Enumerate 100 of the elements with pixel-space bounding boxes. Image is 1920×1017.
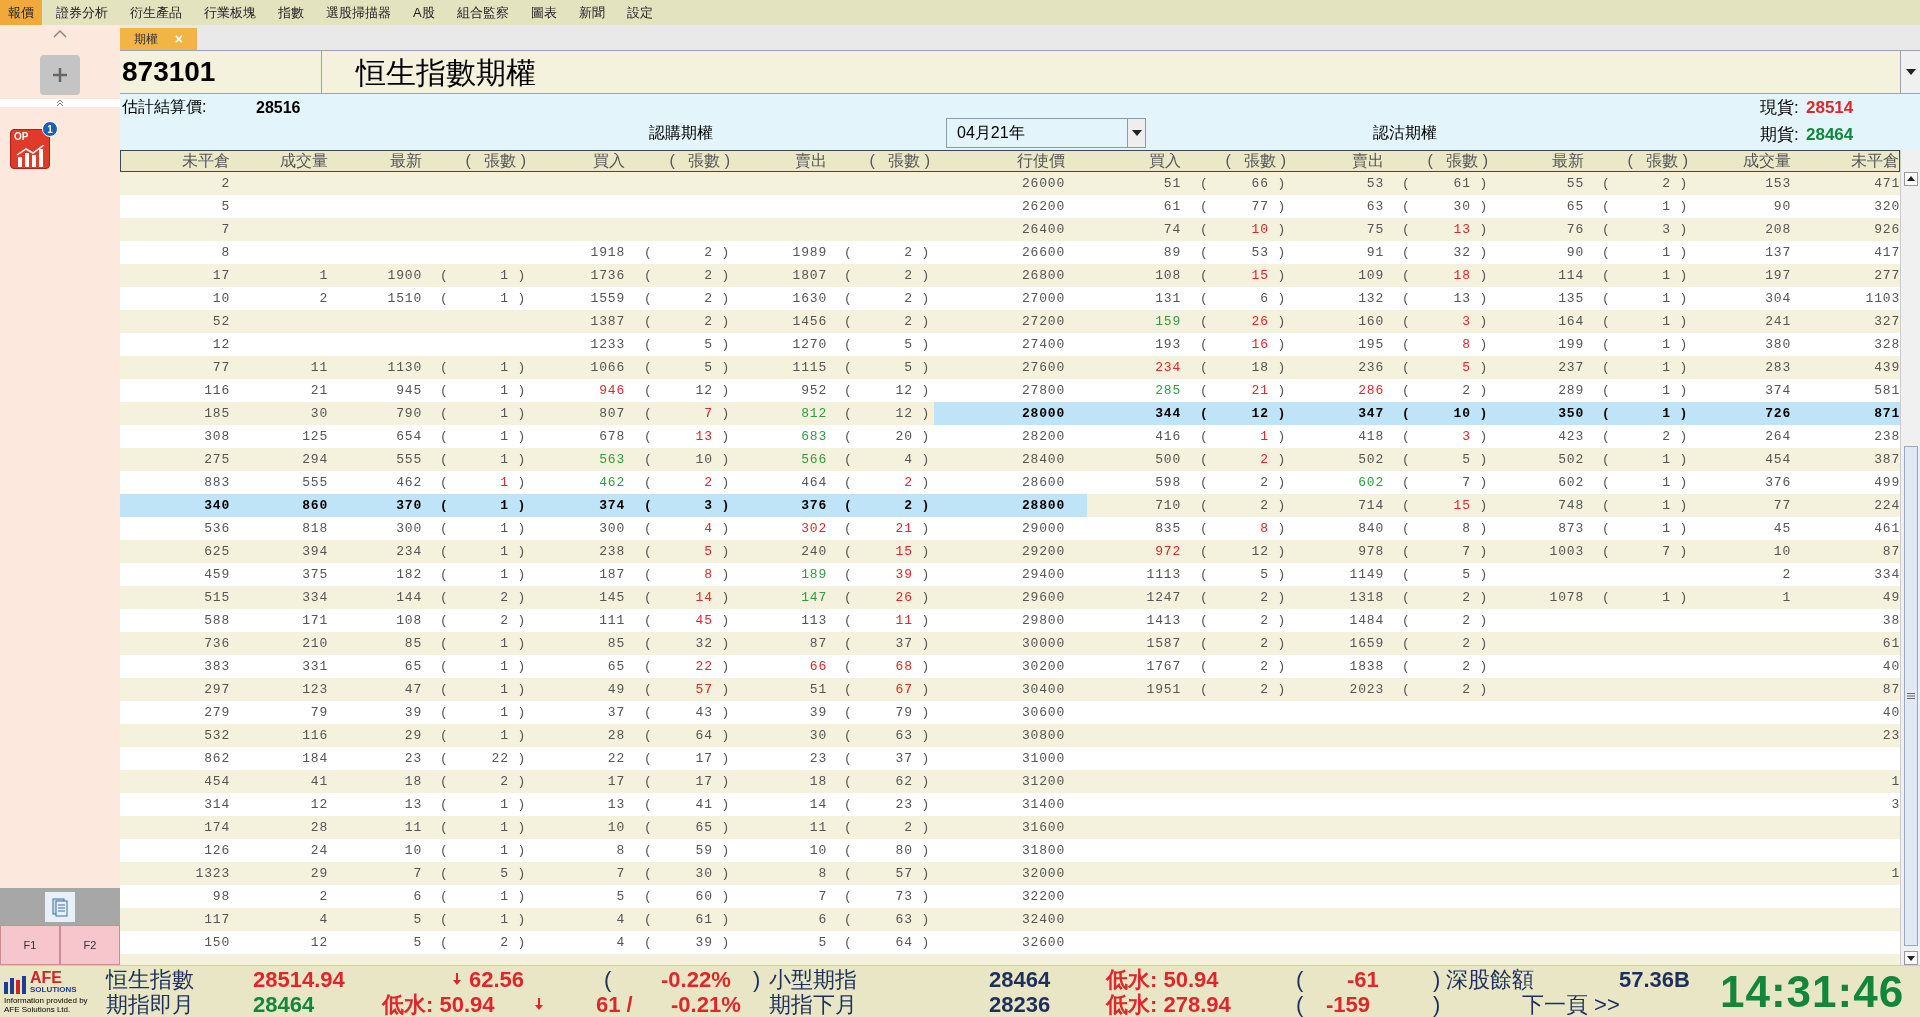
table-row[interactable]: 10 2 1510 ( 1 ) 1559 ( 2 ) 1630 ( 2 ) 27000 131 ( 6 ) 132 ( 13 ) 135 ( 1 ) 304 1103 — [120, 287, 1900, 310]
menu-item[interactable]: 選股掃描器 — [318, 0, 399, 25]
menu-item[interactable]: 新聞 — [570, 0, 613, 25]
table-row[interactable]: 150 12 5 ( 2 ) 4 ( 39 ) 5 ( 64 ) 32600 — [120, 931, 1900, 954]
table-row[interactable]: 126 24 10 ( 1 ) 8 ( 59 ) 10 ( 80 ) 31800 — [120, 839, 1900, 862]
table-row[interactable]: 314 12 13 ( 1 ) 13 ( 41 ) 14 ( 23 ) 31400 3 — [120, 793, 1900, 816]
column-header[interactable]: 未平倉 — [1791, 151, 1899, 171]
table-cell-text: ( 2 ) — [842, 244, 931, 262]
table-cell-text: ( 65 ) — [643, 819, 731, 837]
table-cell-text: ( 1 ) — [1600, 405, 1689, 423]
scroll-thumb[interactable] — [1903, 446, 1918, 946]
table-row[interactable]: 883 555 462 ( 1 ) 462 ( 2 ) 464 ( 2 ) 28600 598 ( 2 ) 602 ( 7 ) 602 ( 1 ) 376 499 — [120, 471, 1900, 494]
table-cell-text: 462 — [598, 474, 625, 492]
column-header[interactable]: 未平倉 — [121, 151, 230, 171]
menu-item[interactable]: 圖表 — [522, 0, 565, 25]
table-cell-text: ( 22 ) — [439, 750, 527, 768]
ticker-text: -159 — [1326, 991, 1371, 1017]
strike-price-cell-text: 29200 — [1021, 543, 1066, 561]
scrollbar[interactable] — [1900, 150, 1920, 965]
chevron-up-icon[interactable] — [52, 29, 68, 39]
table-cell-text: 87 — [808, 635, 827, 653]
menu-item[interactable]: 報價 — [0, 0, 42, 25]
table-row[interactable]: 383 331 65 ( 1 ) 65 ( 22 ) 66 ( 68 ) 30200 1767 ( 2 ) 1838 ( 2 ) 40 — [120, 655, 1900, 678]
next-page-link[interactable]: 下一頁 >> — [1522, 991, 1620, 1017]
tab[interactable]: 期權 × — [120, 28, 197, 50]
table-cell-text: 308 — [203, 428, 230, 446]
table-cell-text: 40 — [1881, 658, 1900, 676]
ticker-text: 恒生指數 — [106, 966, 194, 992]
column-header[interactable]: 成交量 — [230, 151, 328, 171]
table-cell-text: 29 — [403, 727, 422, 745]
column-header[interactable]: ( 張數 ) — [1181, 151, 1290, 171]
table-cell-text: 18 — [403, 773, 422, 791]
table-row[interactable]: 536 818 300 ( 1 ) 300 ( 4 ) 302 ( 21 ) 29000 835 ( 8 ) 840 ( 8 ) 873 ( 1 ) 45 461 — [120, 517, 1900, 540]
table-cell-text: ( 80 ) — [843, 842, 931, 860]
table-cell-text: 5 — [412, 934, 422, 952]
menu-item[interactable]: 設定 — [618, 0, 661, 25]
dropdown-button[interactable] — [1900, 51, 1920, 93]
table-row[interactable]: 279 79 39 ( 1 ) 37 ( 43 ) 39 ( 79 ) 30600 40 — [120, 701, 1900, 724]
column-header[interactable]: 買入 — [1087, 151, 1181, 171]
table-cell-text: 76 — [1565, 221, 1584, 239]
strike-price-cell: 28000 — [934, 402, 1087, 425]
menu-item[interactable]: A股 — [405, 0, 443, 25]
column-header[interactable]: ( 張數 ) — [1384, 151, 1492, 171]
function-key-button[interactable]: F1 — [0, 925, 60, 965]
table-cell-text: ( 4 ) — [842, 451, 931, 469]
menu-item[interactable]: 衍生產品 — [122, 0, 190, 25]
scroll-up-icon[interactable] — [1903, 172, 1918, 186]
table-cell-text: 502 — [1357, 451, 1384, 469]
table-cell-text: ( 13 ) — [1401, 221, 1489, 239]
column-header[interactable]: ( 張數 ) — [625, 151, 734, 171]
column-header[interactable]: ( 張數 ) — [422, 151, 530, 171]
table-row[interactable]: 308 125 654 ( 1 ) 678 ( 13 ) 683 ( 20 ) 28200 416 ( 1 ) 418 ( 3 ) 423 ( 2 ) 264 238 — [120, 425, 1900, 448]
table-cell-text: 302 — [800, 520, 827, 538]
column-header[interactable]: 賣出 — [734, 151, 827, 171]
menu-item[interactable]: 證券分析 — [48, 0, 116, 25]
table-row[interactable]: 8 1918 ( 2 ) 1989 ( 2 ) 26600 89 ( 53 ) 91 ( 32 ) 90 ( 1 ) 137 417 — [120, 241, 1900, 264]
menu-item[interactable]: 指數 — [270, 0, 312, 25]
collapse-icon[interactable] — [56, 99, 64, 107]
expiry-dropdown[interactable]: 04月21年 — [946, 118, 1146, 148]
table-cell-text: 111 — [598, 612, 625, 630]
table-cell-text: 714 — [1357, 497, 1384, 515]
table-cell-text: 8 — [817, 865, 827, 883]
table-row[interactable]: 340 860 370 ( 1 ) 374 ( 3 ) 376 ( 2 ) 28800 710 ( 2 ) 714 ( 15 ) 748 ( 1 ) 77 224 — [120, 494, 1900, 517]
column-header[interactable]: 買入 — [530, 151, 625, 171]
table-row[interactable]: 459 375 182 ( 1 ) 187 ( 8 ) 189 ( 39 ) 29400 1113 ( 5 ) 1149 ( 5 ) 2 334 — [120, 563, 1900, 586]
table-cell-text: 195 — [1357, 336, 1384, 354]
table-cell-text: ( 2 ) — [1198, 612, 1287, 630]
code-field[interactable]: 873101 — [120, 51, 322, 93]
column-header[interactable]: 行使價 — [934, 151, 1087, 171]
column-header[interactable]: 賣出 — [1290, 151, 1384, 171]
dropdown-button[interactable] — [1127, 119, 1145, 147]
column-header[interactable]: 最新 — [1492, 151, 1584, 171]
table-cell-text: ( 1 ) — [438, 727, 527, 745]
table-row[interactable]: 116 21 945 ( 1 ) 946 ( 12 ) 952 ( 12 ) 27800 285 ( 21 ) 286 ( 2 ) 289 ( 1 ) 374 581 — [120, 379, 1900, 402]
menu-item[interactable]: 組合監察 — [448, 0, 517, 25]
table-cell-text: 1078 — [1548, 589, 1584, 607]
table-cell-text: 818 — [301, 520, 328, 538]
table-cell-text: 375 — [301, 566, 328, 584]
table-cell-text: 10 — [808, 842, 827, 860]
ticker-text: 低水: 278.94 — [1106, 991, 1231, 1017]
table-row[interactable]: 12 1233 ( 5 ) 1270 ( 5 ) 27400 193 ( 16 ) 195 ( 8 ) 199 ( 1 ) 380 328 — [120, 333, 1900, 356]
add-button[interactable] — [40, 55, 80, 95]
scroll-down-icon[interactable] — [1903, 951, 1918, 965]
table-row[interactable]: 5 26200 61 ( 77 ) 63 ( 30 ) 65 ( 1 ) 90 320 — [120, 195, 1900, 218]
table-row[interactable]: 862 184 23 ( 22 ) 22 ( 17 ) 23 ( 37 ) 31000 — [120, 747, 1900, 770]
column-header[interactable]: ( 張數 ) — [1584, 151, 1692, 171]
function-key-button[interactable]: F2 — [60, 925, 120, 965]
column-header[interactable]: 成交量 — [1692, 151, 1791, 171]
table-cell-text: ( 5 ) — [1400, 451, 1489, 469]
table-row[interactable]: 588 171 108 ( 2 ) 111 ( 45 ) 113 ( 11 ) 29800 1413 ( 2 ) 1484 ( 2 ) 38 — [120, 609, 1900, 632]
table-cell-text: 1270 — [791, 336, 827, 354]
table-cell-text: 812 — [800, 405, 827, 423]
table-cell-text: 77 — [211, 359, 230, 377]
table-cell-text: 23 — [1881, 727, 1900, 745]
table-row[interactable]: 98 2 6 ( 1 ) 5 ( 60 ) 7 ( 73 ) 32200 — [120, 885, 1900, 908]
menu-item[interactable]: 行業板塊 — [196, 0, 264, 25]
table-cell-text: ( 2 ) — [1400, 589, 1489, 607]
ticker-text: 期指下月 — [769, 991, 857, 1017]
column-header[interactable]: 最新 — [328, 151, 422, 171]
column-header[interactable]: ( 張數 ) — [827, 151, 934, 171]
